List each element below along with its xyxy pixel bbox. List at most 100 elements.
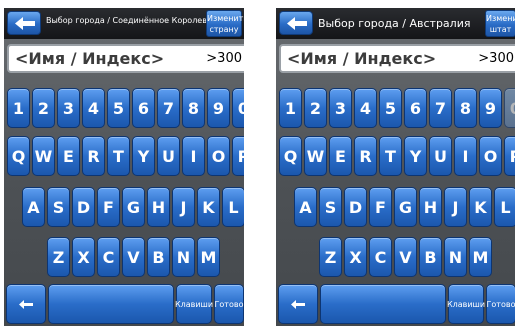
key-j[interactable]: J	[444, 187, 467, 227]
space-key[interactable]	[48, 284, 174, 324]
key-p[interactable]: P	[232, 136, 244, 176]
key-8[interactable]: 8	[454, 88, 477, 128]
key-0[interactable]: 0	[504, 88, 515, 128]
key-q[interactable]: Q	[279, 136, 302, 176]
key-t[interactable]: T	[107, 136, 130, 176]
key-2[interactable]: 2	[304, 88, 327, 128]
key-e[interactable]: E	[329, 136, 352, 176]
key-4[interactable]: 4	[354, 88, 377, 128]
left-arrow-icon	[15, 17, 35, 30]
city-search-input[interactable]: <Имя / Индекс> >300	[279, 44, 515, 73]
key-a[interactable]: A	[294, 187, 317, 227]
key-5[interactable]: 5	[379, 88, 402, 128]
key-c[interactable]: C	[97, 237, 120, 277]
key-6[interactable]: 6	[404, 88, 427, 128]
key-n[interactable]: N	[172, 237, 195, 277]
key-y[interactable]: Y	[132, 136, 155, 176]
space-key[interactable]	[320, 284, 446, 324]
key-9[interactable]: 9	[479, 88, 502, 128]
key-s[interactable]: S	[47, 187, 70, 227]
key-s[interactable]: S	[319, 187, 342, 227]
done-button[interactable]: Готово	[486, 284, 515, 324]
key-k[interactable]: K	[469, 187, 492, 227]
key-m[interactable]: M	[197, 237, 220, 277]
backspace-key[interactable]	[6, 284, 46, 324]
key-d[interactable]: D	[344, 187, 367, 227]
key-w[interactable]: W	[32, 136, 55, 176]
key-1[interactable]: 1	[279, 88, 302, 128]
back-button[interactable]	[279, 11, 313, 35]
key-l[interactable]: L	[222, 187, 244, 227]
key-i[interactable]: I	[182, 136, 205, 176]
keys-toggle-button[interactable]: Клавиши	[175, 284, 213, 324]
key-e[interactable]: E	[57, 136, 80, 176]
key-0[interactable]: 0	[232, 88, 244, 128]
top-bar: Выбор города / Австралия Изменить штат	[276, 8, 515, 39]
back-button[interactable]	[7, 11, 41, 35]
key-q[interactable]: Q	[7, 136, 30, 176]
key-7[interactable]: 7	[429, 88, 452, 128]
done-button[interactable]: Готово	[214, 284, 244, 324]
key-n[interactable]: N	[444, 237, 467, 277]
key-i[interactable]: I	[454, 136, 477, 176]
result-count: >300	[206, 51, 242, 66]
change-state-button[interactable]: Изменить штат	[485, 10, 515, 37]
key-h[interactable]: H	[419, 187, 442, 227]
key-t[interactable]: T	[379, 136, 402, 176]
key-h[interactable]: H	[147, 187, 170, 227]
key-v[interactable]: V	[122, 237, 145, 277]
key-l[interactable]: L	[494, 187, 515, 227]
page-title: Выбор города / Австралия	[318, 17, 471, 30]
key-k[interactable]: K	[197, 187, 220, 227]
key-g[interactable]: G	[394, 187, 417, 227]
key-m[interactable]: M	[469, 237, 492, 277]
key-f[interactable]: F	[97, 187, 120, 227]
key-8[interactable]: 8	[182, 88, 205, 128]
key-o[interactable]: O	[479, 136, 502, 176]
input-placeholder: <Имя / Индекс>	[15, 49, 165, 68]
key-1[interactable]: 1	[7, 88, 30, 128]
key-r[interactable]: R	[82, 136, 105, 176]
city-search-input[interactable]: <Имя / Индекс> >300	[7, 44, 244, 73]
key-w[interactable]: W	[304, 136, 327, 176]
key-3[interactable]: 3	[329, 88, 352, 128]
key-z[interactable]: Z	[319, 237, 342, 277]
key-r[interactable]: R	[354, 136, 377, 176]
navigation-screen-right: Выбор города / Австралия Изменить штат <…	[276, 8, 515, 326]
change-button-label-line2: страну	[209, 24, 239, 34]
key-2[interactable]: 2	[32, 88, 55, 128]
key-x[interactable]: X	[72, 237, 95, 277]
key-9[interactable]: 9	[207, 88, 230, 128]
key-3[interactable]: 3	[57, 88, 80, 128]
backspace-arrow-icon	[19, 299, 33, 309]
key-6[interactable]: 6	[132, 88, 155, 128]
change-button-label-line1: Изменить	[207, 13, 244, 23]
key-x[interactable]: X	[344, 237, 367, 277]
key-g[interactable]: G	[122, 187, 145, 227]
result-count: >300	[478, 51, 514, 66]
key-a[interactable]: A	[22, 187, 45, 227]
key-v[interactable]: V	[394, 237, 417, 277]
key-b[interactable]: B	[147, 237, 170, 277]
navigation-screen-left: Выбор города / Соединённое Королевство И…	[4, 8, 244, 326]
keys-toggle-button[interactable]: Клавиши	[447, 284, 485, 324]
key-u[interactable]: U	[157, 136, 180, 176]
key-b[interactable]: B	[419, 237, 442, 277]
key-5[interactable]: 5	[107, 88, 130, 128]
change-country-button[interactable]: Изменить страну	[206, 10, 244, 37]
top-bar: Выбор города / Соединённое Королевство И…	[4, 8, 244, 39]
key-o[interactable]: O	[207, 136, 230, 176]
key-c[interactable]: C	[369, 237, 392, 277]
change-button-label-line1: Изменить	[486, 13, 515, 23]
key-j[interactable]: J	[172, 187, 195, 227]
key-y[interactable]: Y	[404, 136, 427, 176]
key-u[interactable]: U	[429, 136, 452, 176]
backspace-key[interactable]	[278, 284, 318, 324]
key-d[interactable]: D	[72, 187, 95, 227]
change-button-label-line2: штат	[489, 24, 512, 34]
key-f[interactable]: F	[369, 187, 392, 227]
key-p[interactable]: P	[504, 136, 515, 176]
key-4[interactable]: 4	[82, 88, 105, 128]
key-z[interactable]: Z	[47, 237, 70, 277]
key-7[interactable]: 7	[157, 88, 180, 128]
